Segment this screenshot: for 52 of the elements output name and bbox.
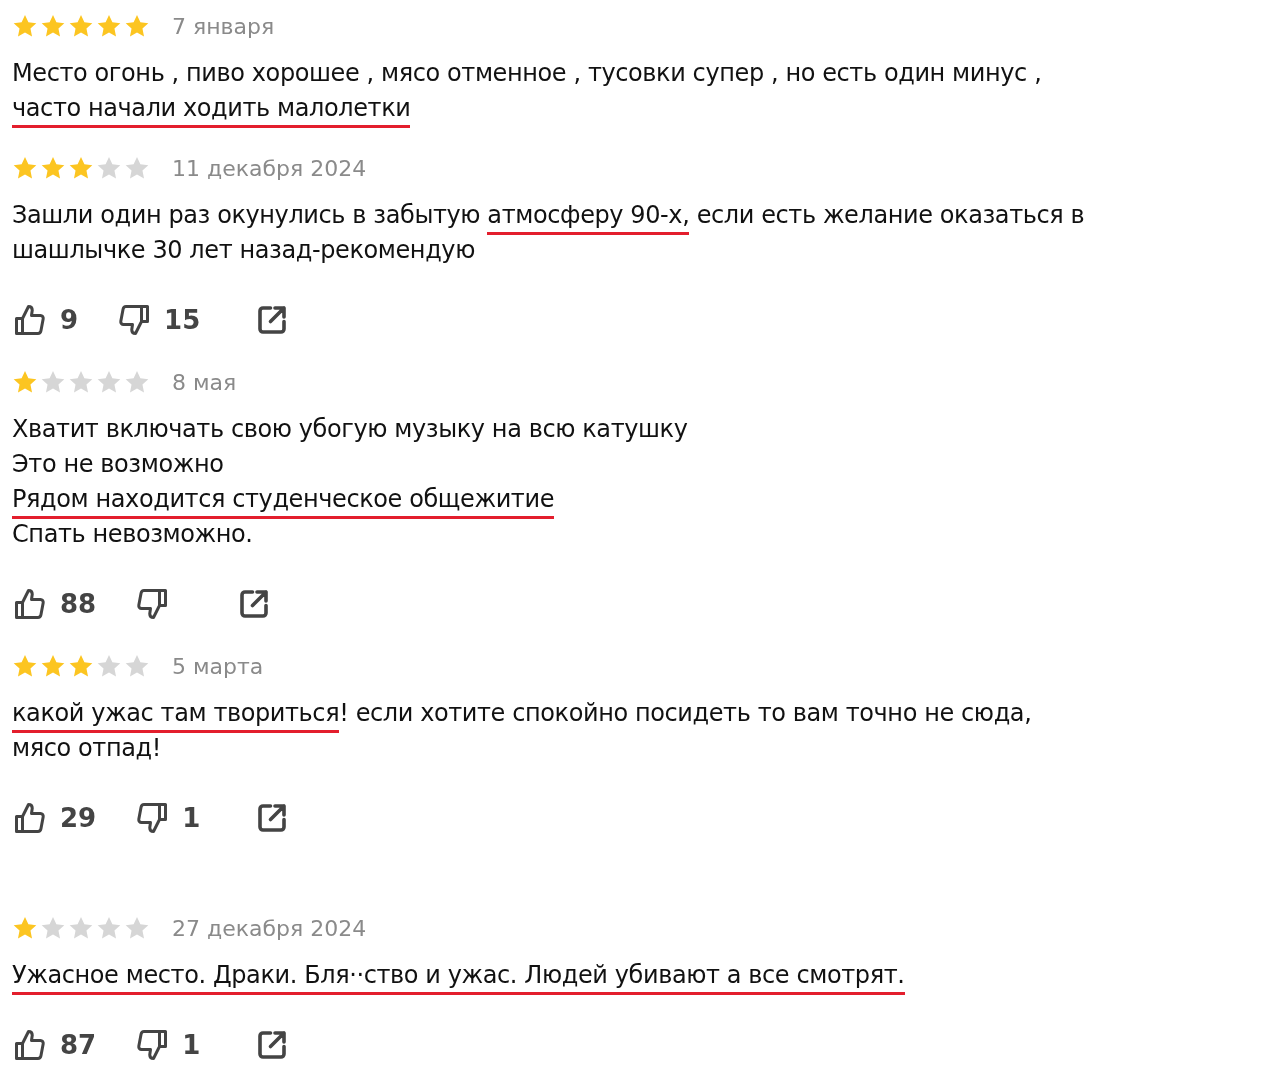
- review-date: 8 мая: [172, 369, 237, 395]
- review-date: 27 декабря 2024: [172, 915, 367, 941]
- star-icon: [124, 13, 150, 39]
- star-icon: [124, 653, 150, 679]
- review-text: часто начали ходить малолетки: [12, 91, 1254, 126]
- star-icon: [40, 13, 66, 39]
- review-text: шашлычке 30 лет назад-рекомендую: [12, 235, 476, 266]
- thumbs-up-icon[interactable]: [12, 302, 48, 338]
- dislike-count: 15: [164, 305, 201, 335]
- review-text: мясо отпад!: [12, 733, 162, 764]
- review-text: Хватит включать свою убогую музыку на всю катушку: [12, 414, 689, 445]
- like-count: 9: [60, 305, 79, 335]
- dislike-count: 1: [182, 803, 201, 833]
- star-icon: [40, 369, 66, 395]
- review-text: какой ужас там твориться! если хотите спокойно посидеть то вам точно не сюда,: [12, 696, 1254, 731]
- star-icon: [40, 915, 66, 941]
- star-icon: [124, 369, 150, 395]
- star-icon: [68, 155, 94, 181]
- review-text: Это не возможно: [12, 449, 225, 480]
- star-icon: [124, 155, 150, 181]
- dislike-count: 1: [182, 1030, 201, 1060]
- star-icon: [96, 13, 122, 39]
- star-icon: [124, 915, 150, 941]
- star-icon: [68, 653, 94, 679]
- review-text: Рядом находится студенческое общежитие: [12, 482, 1254, 517]
- star-icon: [68, 369, 94, 395]
- thumbs-up-icon[interactable]: [12, 1027, 48, 1063]
- like-count: 87: [60, 1030, 97, 1060]
- star-icon: [12, 915, 38, 941]
- like-count: 29: [60, 803, 97, 833]
- review-text: Зашли один раз окунулись в забытую атмосферу 90-х, если есть желание оказаться в: [12, 198, 1254, 233]
- star-icon: [40, 155, 66, 181]
- star-icon: [96, 915, 122, 941]
- star-icon: [12, 369, 38, 395]
- star-icon: [40, 653, 66, 679]
- review-text: Место огонь , пиво хорошее , мясо отменное , тусовки супер , но есть один минус ,: [12, 58, 1043, 89]
- star-icon: [96, 653, 122, 679]
- star-icon: [12, 155, 38, 181]
- thumbs-up-icon[interactable]: [12, 800, 48, 836]
- thumbs-up-icon[interactable]: [12, 586, 48, 622]
- review-date: 11 декабря 2024: [172, 155, 367, 181]
- star-icon: [68, 915, 94, 941]
- star-icon: [68, 13, 94, 39]
- star-icon: [12, 653, 38, 679]
- star-icon: [96, 369, 122, 395]
- like-count: 88: [60, 589, 97, 619]
- review-date: 5 марта: [172, 653, 264, 679]
- star-icon: [96, 155, 122, 181]
- star-icon: [12, 13, 38, 39]
- review-date: 7 января: [172, 13, 275, 39]
- review-text: Спать невозможно.: [12, 519, 254, 550]
- review-text: Ужасное место. Драки. Бля··ство и ужас. Людей убивают а все смотрят.: [12, 958, 1254, 993]
